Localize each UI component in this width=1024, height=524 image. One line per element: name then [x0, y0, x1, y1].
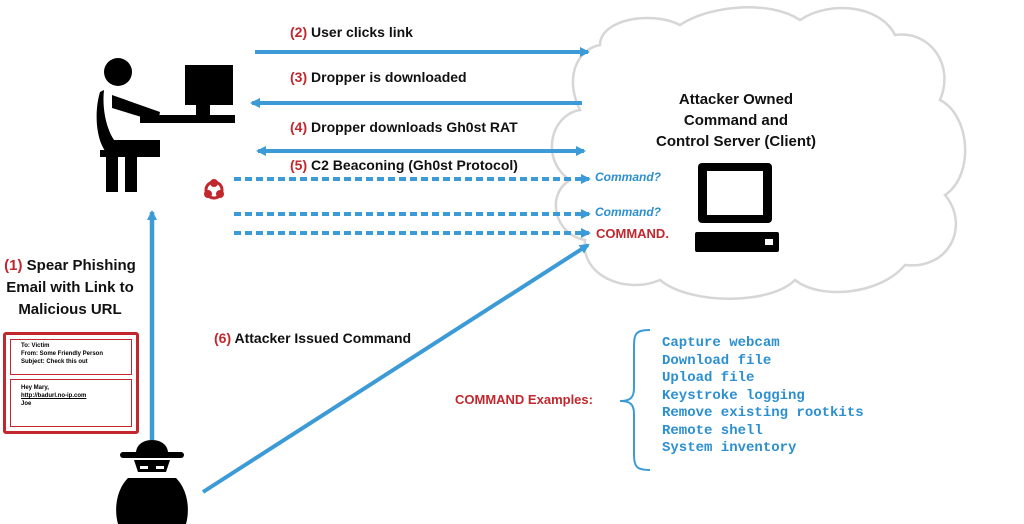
email-from: From: Some Friendly Person [21, 351, 104, 357]
list-item: System inventory [662, 440, 797, 456]
email-greeting: Hey Mary, [21, 385, 49, 391]
list-item: Upload file [662, 370, 755, 386]
email-subject: Subject: Check this out [21, 359, 88, 365]
list-item: Download file [662, 352, 772, 369]
command-query-2: Command? [595, 205, 661, 219]
cloud-icon [550, 6, 967, 300]
command-examples-list: Capture webcam Download file Upload file… [662, 335, 864, 458]
list-item: Remote shell [662, 422, 763, 439]
email-body: Hey Mary, http://badurl.no-ip.com Joe [10, 379, 132, 427]
command-examples-label: COMMAND Examples: [455, 392, 593, 407]
list-item: Capture webcam [662, 335, 780, 351]
diagram: (2) User clicks link (3) Dropper is down… [0, 0, 1024, 524]
list-item: Keystroke logging [662, 387, 805, 404]
biohazard-icon [204, 179, 224, 200]
server-computer-icon [695, 163, 779, 252]
step-1-label: (1) Spear Phishing Email with Link to Ma… [4, 257, 136, 318]
command-issued: COMMAND. [596, 226, 669, 241]
email-to: To: Victim [21, 343, 50, 349]
user-at-computer-icon [96, 58, 235, 192]
email-link: http://badurl.no-ip.com [21, 393, 87, 399]
command-query-1: Command? [595, 170, 661, 184]
email-header: To: Victim From: Some Friendly Person Su… [10, 339, 132, 375]
step-3-label: (3) Dropper is downloaded [290, 69, 467, 85]
hacker-icon [116, 440, 188, 524]
examples-brace [619, 329, 651, 471]
step-5-label: (5) C2 Beaconing (Gh0st Protocol) [290, 157, 518, 173]
list-item: Remove existing rootkits [662, 405, 864, 421]
phishing-email: To: Victim From: Some Friendly Person Su… [3, 332, 139, 434]
server-title: Attacker Owned Command and Control Serve… [655, 91, 817, 150]
step-4-label: (4) Dropper downloads Gh0st RAT [290, 119, 518, 135]
step-2-label: (2) User clicks link [290, 24, 413, 40]
email-signature: Joe [21, 401, 32, 407]
arrow-attacker-command [201, 243, 590, 494]
step-6-label: (6) Attacker Issued Command [214, 330, 412, 346]
